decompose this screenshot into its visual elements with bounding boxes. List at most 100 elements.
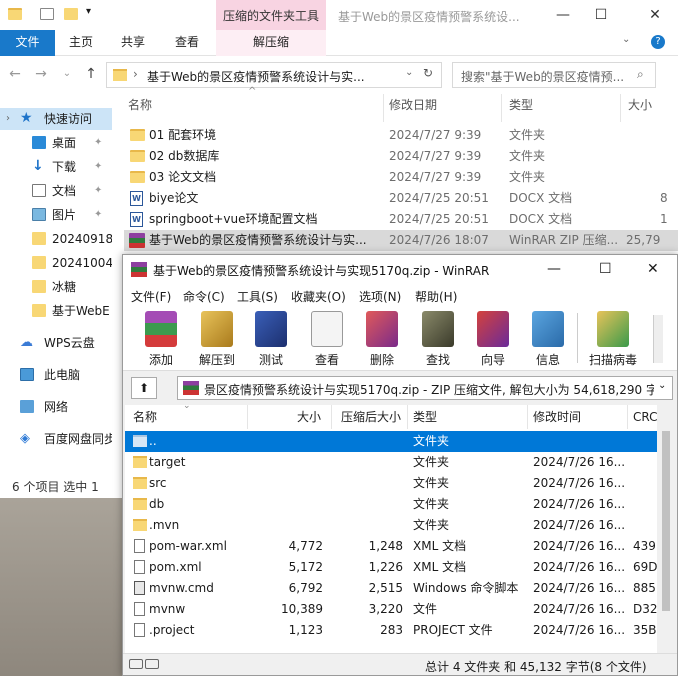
pin-icon[interactable]: ✦ xyxy=(94,180,102,202)
chevron-right-icon[interactable]: › xyxy=(6,108,10,130)
menu-options[interactable]: 选项(N) xyxy=(359,288,401,305)
nav-item-wps-cloud[interactable]: ☁ WPS云盘 xyxy=(0,332,112,354)
pin-icon[interactable]: ✦ xyxy=(94,132,102,154)
winrar-menu-bar: 文件(F) 命令(C) 工具(S) 收藏夹(O) 选项(N) 帮助(H) xyxy=(123,285,677,307)
archive-row[interactable]: .. 文件夹 xyxy=(125,431,657,452)
menu-help[interactable]: 帮助(H) xyxy=(415,288,457,305)
delete-button[interactable]: 删除 xyxy=(356,309,408,369)
column-packed[interactable]: 压缩后大小 xyxy=(341,405,401,429)
file-row[interactable]: 基于Web的景区疫情预警系统设计与实... 2024/7/26 18:07 Wi… xyxy=(124,230,678,251)
toolbar-overflow[interactable] xyxy=(653,315,663,363)
add-button[interactable]: 添加 xyxy=(135,309,187,369)
search-icon[interactable]: ⌕ xyxy=(637,67,644,82)
close-button[interactable]: ✕ xyxy=(632,0,678,30)
test-button[interactable]: 测试 xyxy=(245,309,297,369)
address-bar[interactable]: › 基于Web的景区疫情预警系统设计与实... ⌄ ↻ xyxy=(106,62,442,88)
properties-icon[interactable] xyxy=(40,8,54,20)
search-input[interactable]: 搜索"基于Web的景区疫情预... ⌕ xyxy=(452,62,656,88)
extract-to-button[interactable]: 解压到 xyxy=(191,309,243,369)
chevron-down-icon[interactable]: ⌄ xyxy=(658,380,666,391)
column-size[interactable]: 大小 xyxy=(628,94,652,116)
column-type[interactable]: 类型 xyxy=(509,94,533,116)
tab-extract[interactable]: 解压缩 xyxy=(216,30,326,56)
file-row[interactable]: W springboot+vue环境配置文档 2024/7/25 20:51 D… xyxy=(124,209,678,230)
tab-view[interactable]: 查看 xyxy=(164,30,210,56)
refresh-icon[interactable]: ↻ xyxy=(423,66,433,80)
menu-tools[interactable]: 工具(S) xyxy=(237,288,278,305)
quick-access-dropdown-icon[interactable]: ▾ xyxy=(86,6,91,17)
file-row[interactable]: 03 论文文档 2024/7/27 9:39 文件夹 xyxy=(124,167,678,188)
tab-home[interactable]: 主页 xyxy=(58,30,104,56)
column-date[interactable]: 修改日期 xyxy=(389,94,437,116)
virus-scan-button[interactable]: 扫描病毒 xyxy=(585,309,641,369)
nav-label: 图片 xyxy=(52,208,77,222)
find-button[interactable]: 查找 xyxy=(412,309,464,369)
maximize-button[interactable]: ☐ xyxy=(578,0,624,30)
tab-share[interactable]: 共享 xyxy=(110,30,156,56)
new-folder-icon[interactable] xyxy=(64,8,78,20)
file-row[interactable]: 02 db数据库 2024/7/27 9:39 文件夹 xyxy=(124,146,678,167)
vertical-scrollbar[interactable] xyxy=(657,405,675,653)
archive-row[interactable]: pom-war.xml 4,772 1,248 XML 文档 2024/7/26… xyxy=(125,536,657,557)
nav-item-folder-20241004[interactable]: 20241004 xyxy=(0,252,112,274)
column-separator[interactable] xyxy=(620,94,621,122)
nav-item-documents[interactable]: 文档 ✦ xyxy=(0,180,112,202)
column-type[interactable]: 类型 xyxy=(413,405,437,429)
archive-row[interactable]: .project 1,123 283 PROJECT 文件 2024/7/26 … xyxy=(125,620,657,641)
column-modified[interactable]: 修改时间 xyxy=(533,405,581,429)
column-separator[interactable] xyxy=(627,405,628,429)
tab-file[interactable]: 文件 xyxy=(0,30,55,56)
column-separator[interactable] xyxy=(527,405,528,429)
menu-commands[interactable]: 命令(C) xyxy=(183,288,225,305)
nav-item-folder-project[interactable]: 基于WebE xyxy=(0,300,112,322)
column-crc[interactable]: CRC xyxy=(633,405,657,429)
column-separator[interactable] xyxy=(383,94,384,122)
info-button[interactable]: 信息 xyxy=(522,309,574,369)
maximize-button[interactable]: ☐ xyxy=(599,261,612,277)
nav-item-network[interactable]: 网络 xyxy=(0,396,112,418)
scrollbar-thumb[interactable] xyxy=(662,431,670,611)
minimize-button[interactable]: — xyxy=(547,261,561,277)
wizard-button[interactable]: 向导 xyxy=(467,309,519,369)
column-separator[interactable] xyxy=(247,405,248,429)
nav-item-desktop[interactable]: 桌面 ✦ xyxy=(0,132,112,154)
file-row[interactable]: 01 配套环境 2024/7/27 9:39 文件夹 xyxy=(124,125,678,146)
file-row[interactable]: W biye论文 2024/7/25 20:51 DOCX 文档 8 xyxy=(124,188,678,209)
column-size[interactable]: 大小 xyxy=(297,405,321,429)
address-dropdown-icon[interactable]: ⌄ xyxy=(405,67,413,78)
column-separator[interactable] xyxy=(501,94,502,122)
view-button[interactable]: 查看 xyxy=(301,309,353,369)
back-arrow-icon[interactable]: ← xyxy=(6,65,24,83)
forward-arrow-icon[interactable]: → xyxy=(32,65,50,83)
column-separator[interactable] xyxy=(331,405,332,429)
recent-locations-icon[interactable]: ⌄ xyxy=(58,65,76,83)
archive-row[interactable]: mvnw.cmd 6,792 2,515 Windows 命令脚本 2024/7… xyxy=(125,578,657,599)
nav-item-downloads[interactable]: ↓ 下载 ✦ xyxy=(0,156,112,178)
archive-row[interactable]: db 文件夹 2024/7/26 16... xyxy=(125,494,657,515)
path-dropdown[interactable]: 景区疫情预警系统设计与实现5170q.zip - ZIP 压缩文件, 解包大小为… xyxy=(177,376,673,400)
up-arrow-icon[interactable]: ↑ xyxy=(82,65,100,83)
column-name[interactable]: 名称 xyxy=(133,405,157,429)
nav-item-quick-access[interactable]: › ★ 快速访问 xyxy=(0,108,112,130)
pin-icon[interactable]: ✦ xyxy=(94,156,102,178)
nav-item-folder-20240918[interactable]: 20240918 xyxy=(0,228,112,250)
nav-item-folder-bingtang[interactable]: 冰糖 xyxy=(0,276,112,298)
ribbon-expand-icon[interactable]: ⌄ xyxy=(622,34,630,45)
archive-type: XML 文档 xyxy=(413,539,467,553)
archive-row[interactable]: target 文件夹 2024/7/26 16... xyxy=(125,452,657,473)
menu-file[interactable]: 文件(F) xyxy=(131,288,171,305)
pin-icon[interactable]: ✦ xyxy=(94,204,102,226)
nav-item-baidu-sync[interactable]: ◈ 百度网盘同步 xyxy=(0,428,112,450)
up-folder-button[interactable]: ⬆ xyxy=(131,377,157,399)
menu-favorites[interactable]: 收藏夹(O) xyxy=(291,288,346,305)
archive-row[interactable]: src 文件夹 2024/7/26 16... xyxy=(125,473,657,494)
help-icon[interactable]: ? xyxy=(651,35,665,49)
close-button[interactable]: ✕ xyxy=(647,261,659,277)
nav-item-pictures[interactable]: 图片 ✦ xyxy=(0,204,112,226)
column-separator[interactable] xyxy=(407,405,408,429)
nav-item-this-pc[interactable]: 此电脑 xyxy=(0,364,112,386)
archive-row[interactable]: mvnw 10,389 3,220 文件 2024/7/26 16... D32 xyxy=(125,599,657,620)
archive-row[interactable]: pom.xml 5,172 1,226 XML 文档 2024/7/26 16.… xyxy=(125,557,657,578)
column-name[interactable]: 名称 xyxy=(128,94,152,116)
archive-row[interactable]: .mvn 文件夹 2024/7/26 16... xyxy=(125,515,657,536)
